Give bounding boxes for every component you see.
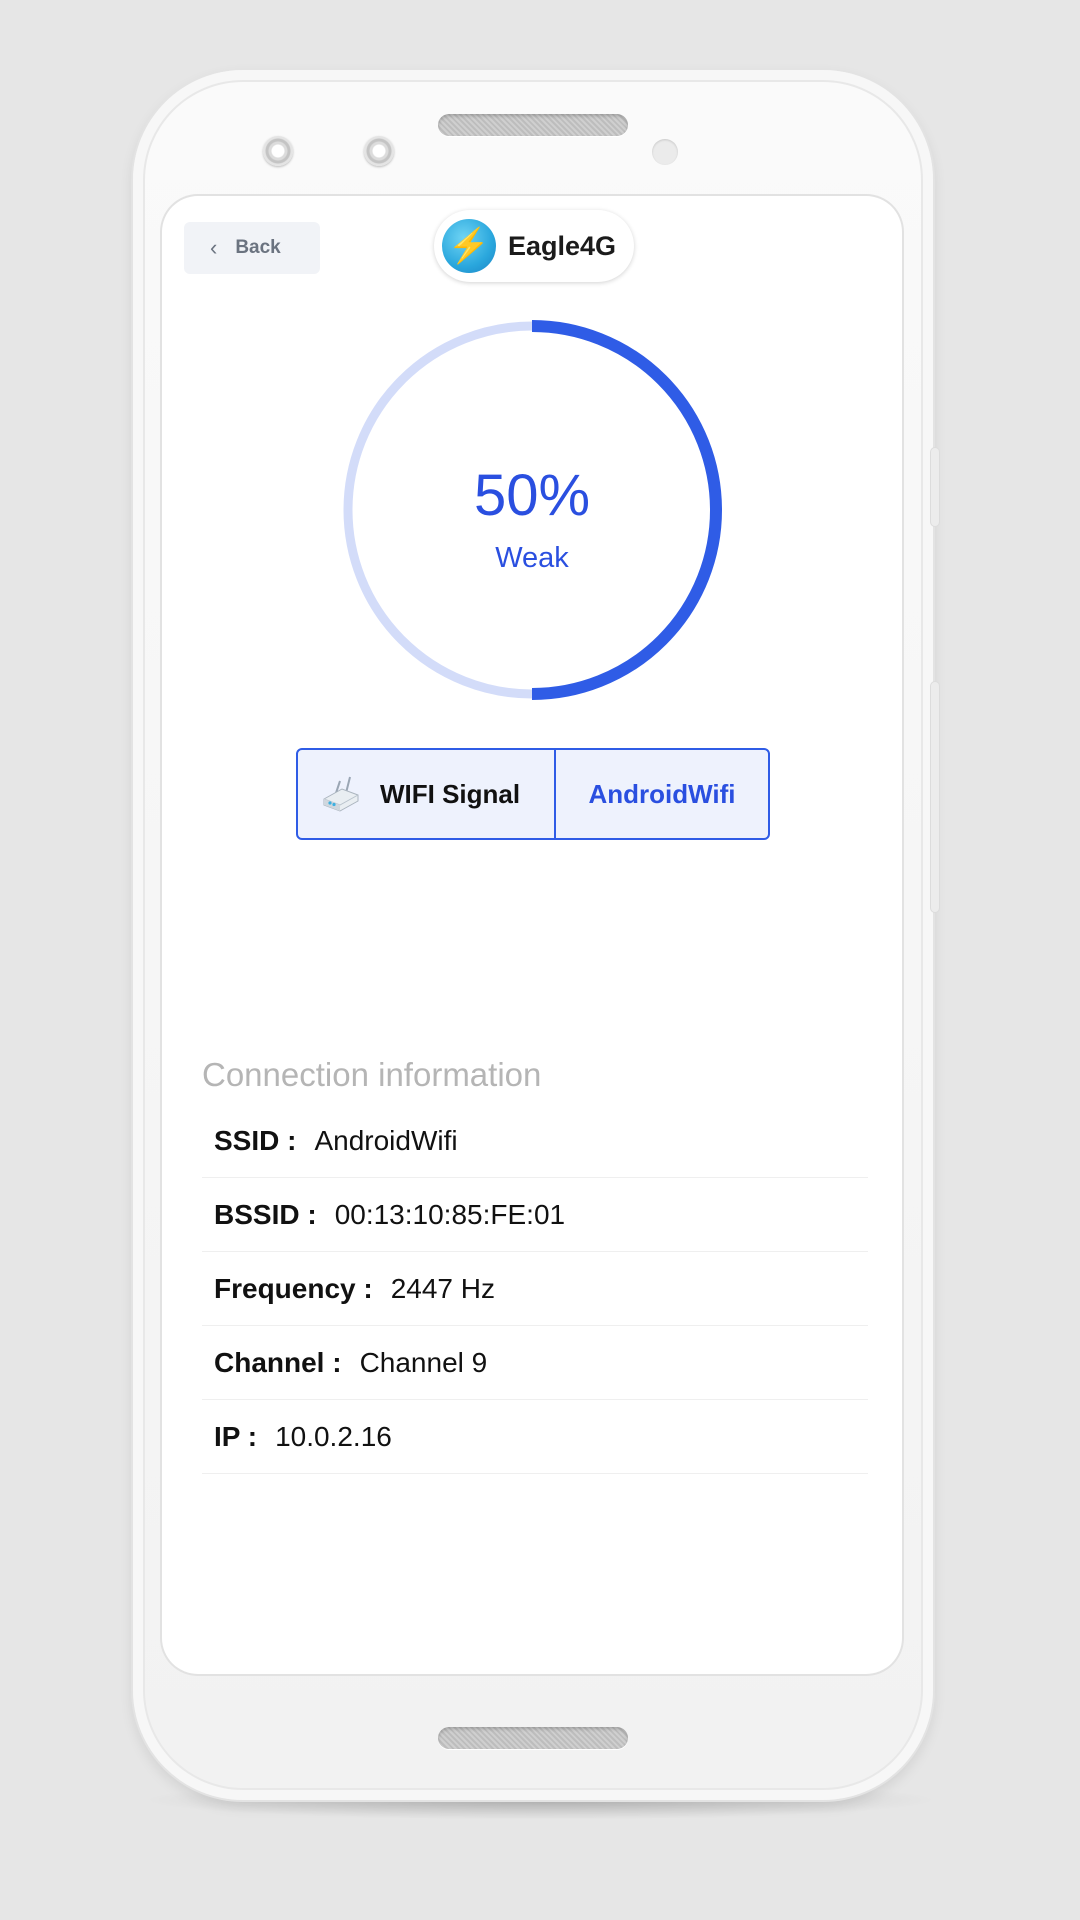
- power-button: [931, 682, 939, 912]
- signal-percent: 50%: [473, 463, 591, 528]
- app-screen: ‹ Back ⚡ Eagle4G 50% Weak WIFI Signal An…: [162, 196, 902, 1674]
- info-row-ssid: SSID : AndroidWifi: [202, 1104, 868, 1178]
- signal-status: Weak: [495, 542, 569, 574]
- info-key: BSSID :: [214, 1198, 317, 1230]
- info-row-channel: Channel : Channel 9: [202, 1326, 868, 1400]
- lightning-logo-icon: ⚡: [442, 219, 496, 273]
- router-icon: [323, 776, 359, 812]
- bottom-speaker: [438, 1727, 628, 1749]
- wifi-signal-label-cell: WIFI Signal: [298, 750, 556, 838]
- info-value: 10.0.2.16: [275, 1420, 392, 1452]
- network-name: AndroidWifi: [588, 778, 736, 809]
- wifi-signal-label: WIFI Signal: [380, 778, 521, 809]
- connection-info-list: SSID : AndroidWifi BSSID : 00:13:10:85:F…: [202, 1104, 868, 1474]
- info-key: SSID :: [214, 1124, 297, 1156]
- info-value: Channel 9: [359, 1346, 488, 1378]
- info-value: 00:13:10:85:FE:01: [334, 1198, 566, 1230]
- front-camera-icon: [364, 136, 394, 166]
- back-label: Back: [235, 237, 281, 258]
- info-key: IP :: [214, 1420, 258, 1452]
- app-name: Eagle4G: [508, 230, 617, 261]
- volume-button: [931, 448, 939, 526]
- info-key: Frequency :: [214, 1272, 373, 1304]
- front-camera-icon: [263, 136, 293, 166]
- wifi-signal-box: WIFI Signal AndroidWifi: [296, 748, 770, 840]
- info-row-frequency: Frequency : 2447 Hz: [202, 1252, 868, 1326]
- chevron-left-icon: ‹: [210, 235, 218, 260]
- info-row-bssid: BSSID : 00:13:10:85:FE:01: [202, 1178, 868, 1252]
- info-row-ip: IP : 10.0.2.16: [202, 1400, 868, 1474]
- app-title-pill: ⚡ Eagle4G: [434, 210, 634, 282]
- connection-info-title: Connection information: [202, 1056, 542, 1093]
- info-value: 2447 Hz: [390, 1272, 495, 1304]
- back-button[interactable]: ‹ Back: [184, 222, 320, 274]
- info-value: AndroidWifi: [314, 1124, 458, 1156]
- proximity-sensor: [652, 139, 678, 165]
- earpiece-speaker: [438, 114, 628, 136]
- signal-gauge: 50% Weak: [342, 320, 722, 700]
- info-key: Channel :: [214, 1346, 342, 1378]
